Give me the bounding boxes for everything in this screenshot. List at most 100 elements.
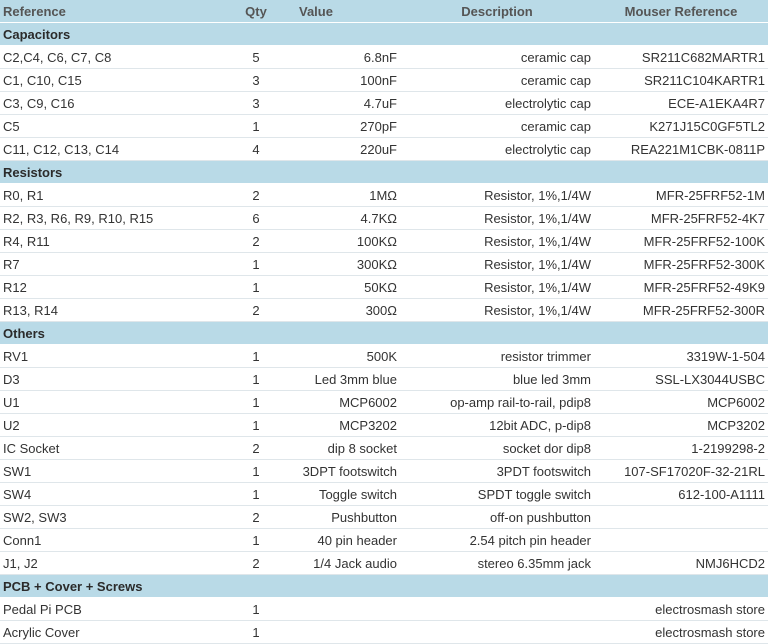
cell-value: 100KΩ	[296, 229, 400, 253]
cell-description: electrolytic cap	[400, 91, 594, 115]
cell-description: 12bit ADC, p-dip8	[400, 413, 594, 437]
cell-qty: 6	[216, 206, 296, 230]
cell-description	[400, 620, 594, 644]
cell-qty: 5	[216, 45, 296, 69]
cell-mouser-reference: SR211C104KARTR1	[594, 68, 768, 92]
table-row: C5 1 270pF ceramic cap K271J15C0GF5TL2	[0, 114, 768, 138]
table-body: Capacitors C2,C4, C6, C7, C8 5 6.8nF ceramic…	[0, 22, 768, 644]
header-description: Description	[400, 0, 594, 23]
cell-mouser-reference: NMJ6HCD2	[594, 551, 768, 575]
cell-reference: U1	[0, 390, 216, 414]
cell-mouser-reference: MFR-25FRF52-49K9	[594, 275, 768, 299]
table-row: Pedal Pi PCB 1 electrosmash store	[0, 597, 768, 621]
cell-value: Toggle switch	[296, 482, 400, 506]
cell-value: 270pF	[296, 114, 400, 138]
table-row: SW4 1 Toggle switch SPDT toggle switch 612-1…	[0, 482, 768, 506]
cell-qty: 1	[216, 252, 296, 276]
cell-reference: U2	[0, 413, 216, 437]
cell-qty: 1	[216, 275, 296, 299]
cell-description: Resistor, 1%,1/4W	[400, 206, 594, 230]
cell-mouser-reference: 1-2199298-2	[594, 436, 768, 460]
cell-reference: C2,C4, C6, C7, C8	[0, 45, 216, 69]
cell-reference: R13, R14	[0, 298, 216, 322]
cell-qty: 2	[216, 505, 296, 529]
table-row: C1, C10, C15 3 100nF ceramic cap SR211C104KA…	[0, 68, 768, 92]
cell-mouser-reference: K271J15C0GF5TL2	[594, 114, 768, 138]
cell-value: 220uF	[296, 137, 400, 161]
cell-mouser-reference: ECE-A1EKA4R7	[594, 91, 768, 115]
cell-qty: 1	[216, 482, 296, 506]
cell-qty: 4	[216, 137, 296, 161]
cell-reference: R12	[0, 275, 216, 299]
cell-value: 40 pin header	[296, 528, 400, 552]
cell-mouser-reference	[594, 528, 768, 552]
cell-description: SPDT toggle switch	[400, 482, 594, 506]
cell-value: 4.7KΩ	[296, 206, 400, 230]
header-row: Reference Qty Value Description Mouser R…	[0, 0, 768, 23]
cell-description	[400, 597, 594, 621]
table-row: Conn1 1 40 pin header 2.54 pitch pin header	[0, 528, 768, 552]
cell-qty: 1	[216, 344, 296, 368]
cell-mouser-reference: MFR-25FRF52-300K	[594, 252, 768, 276]
cell-value	[296, 620, 400, 644]
cell-description: Resistor, 1%,1/4W	[400, 275, 594, 299]
cell-mouser-reference: MFR-25FRF52-1M	[594, 183, 768, 207]
cell-value: 6.8nF	[296, 45, 400, 69]
cell-value: 100nF	[296, 68, 400, 92]
cell-value: dip 8 socket	[296, 436, 400, 460]
cell-mouser-reference	[594, 505, 768, 529]
cell-mouser-reference: 612-100-A1111	[594, 482, 768, 506]
section-title: PCB + Cover + Screws	[0, 574, 768, 598]
cell-mouser-reference: SR211C682MARTR1	[594, 45, 768, 69]
cell-qty: 2	[216, 551, 296, 575]
cell-description: Resistor, 1%,1/4W	[400, 252, 594, 276]
cell-reference: Pedal Pi PCB	[0, 597, 216, 621]
section-title: Capacitors	[0, 22, 768, 46]
section-header-row: Others	[0, 321, 768, 345]
table-row: C3, C9, C16 3 4.7uF electrolytic cap ECE-A1E…	[0, 91, 768, 115]
cell-reference: R7	[0, 252, 216, 276]
cell-reference: C1, C10, C15	[0, 68, 216, 92]
cell-mouser-reference: electrosmash store	[594, 597, 768, 621]
cell-qty: 2	[216, 229, 296, 253]
table-row: IC Socket 2 dip 8 socket socket dor dip8 1-2…	[0, 436, 768, 460]
table-row: U1 1 MCP6002 op-amp rail-to-rail, pdip8 MCP6…	[0, 390, 768, 414]
cell-value: 4.7uF	[296, 91, 400, 115]
cell-value: MCP3202	[296, 413, 400, 437]
cell-qty: 2	[216, 298, 296, 322]
section-header-row: Capacitors	[0, 22, 768, 46]
cell-qty: 1	[216, 528, 296, 552]
cell-qty: 2	[216, 183, 296, 207]
table-row: R4, R11 2 100KΩ Resistor, 1%,1/4W MFR-25FRF5…	[0, 229, 768, 253]
cell-mouser-reference: MFR-25FRF52-300R	[594, 298, 768, 322]
table-row: D3 1 Led 3mm blue blue led 3mm SSL-LX3044USB…	[0, 367, 768, 391]
table-row: R0, R1 2 1MΩ Resistor, 1%,1/4W MFR-25FRF52-1…	[0, 183, 768, 207]
cell-reference: R2, R3, R6, R9, R10, R15	[0, 206, 216, 230]
cell-description: electrolytic cap	[400, 137, 594, 161]
table-row: SW2, SW3 2 Pushbutton off-on pushbutton	[0, 505, 768, 529]
cell-description: 2.54 pitch pin header	[400, 528, 594, 552]
cell-qty: 1	[216, 114, 296, 138]
cell-value: 3DPT footswitch	[296, 459, 400, 483]
section-title: Resistors	[0, 160, 768, 184]
cell-value: 300KΩ	[296, 252, 400, 276]
cell-mouser-reference: SSL-LX3044USBC	[594, 367, 768, 391]
table-row: U2 1 MCP3202 12bit ADC, p-dip8 MCP3202	[0, 413, 768, 437]
header-value: Value	[296, 0, 400, 23]
cell-reference: SW2, SW3	[0, 505, 216, 529]
cell-reference: C11, C12, C13, C14	[0, 137, 216, 161]
cell-mouser-reference: electrosmash store	[594, 620, 768, 644]
cell-mouser-reference: 107-SF17020F-32-21RL	[594, 459, 768, 483]
section-title: Others	[0, 321, 768, 345]
cell-description: Resistor, 1%,1/4W	[400, 183, 594, 207]
table-row: R13, R14 2 300Ω Resistor, 1%,1/4W MFR-25FRF5…	[0, 298, 768, 322]
cell-description: stereo 6.35mm jack	[400, 551, 594, 575]
header-qty: Qty	[216, 0, 296, 23]
cell-description: socket dor dip8	[400, 436, 594, 460]
cell-reference: J1, J2	[0, 551, 216, 575]
cell-mouser-reference: REA221M1CBK-0811P	[594, 137, 768, 161]
cell-reference: R0, R1	[0, 183, 216, 207]
cell-value: 300Ω	[296, 298, 400, 322]
cell-reference: C3, C9, C16	[0, 91, 216, 115]
section-header-row: PCB + Cover + Screws	[0, 574, 768, 598]
